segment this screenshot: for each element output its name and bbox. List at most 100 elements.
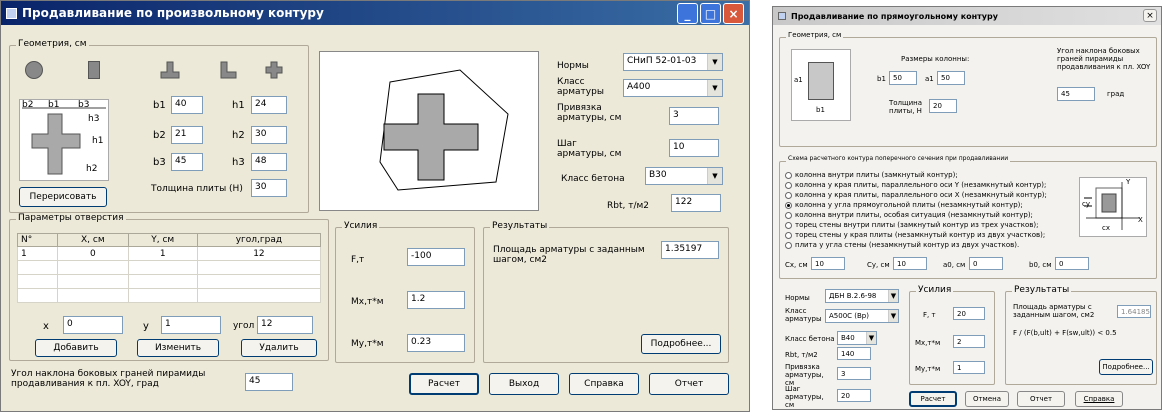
h1-label: h1 bbox=[232, 100, 245, 111]
cover-label: Привязка арматуры, см bbox=[785, 363, 824, 388]
title-bar[interactable]: Продавливание по прямоугольному контуру bbox=[773, 7, 1161, 25]
cross-column-icon[interactable] bbox=[263, 59, 285, 81]
mx-input[interactable]: 1.2 bbox=[407, 291, 465, 309]
cover-input[interactable]: 3 bbox=[669, 107, 719, 125]
table-row-empty[interactable] bbox=[17, 288, 322, 303]
step-input[interactable]: 20 bbox=[837, 389, 871, 402]
norms-select[interactable]: ДБН В.2.6-98 ▼ bbox=[825, 289, 899, 303]
rebar-select[interactable]: A500С (Вр) ▼ bbox=[825, 309, 899, 323]
exit-button[interactable]: Выход bbox=[489, 373, 559, 395]
mx-input[interactable]: 2 bbox=[953, 335, 985, 348]
slope-input[interactable]: 45 bbox=[245, 373, 293, 391]
norms-value: СНиП 52-01-03 bbox=[627, 56, 697, 66]
col-header-angle[interactable]: угол,град bbox=[196, 233, 322, 247]
f-input[interactable]: -100 bbox=[407, 248, 465, 266]
col-header-x[interactable]: X, см bbox=[57, 233, 129, 247]
radio-button[interactable] bbox=[785, 201, 792, 209]
a0-input[interactable]: 0 bbox=[969, 257, 1003, 270]
radio-button[interactable] bbox=[785, 191, 792, 199]
b1-input[interactable]: 50 bbox=[889, 71, 917, 85]
angle-input[interactable]: 12 bbox=[257, 316, 313, 334]
delete-opening-button[interactable]: Удалить bbox=[241, 339, 317, 357]
chevron-down-icon[interactable]: ▼ bbox=[707, 80, 722, 96]
scheme-option-radio[interactable]: колонна внутри плиты, особая ситуация (н… bbox=[785, 211, 1033, 219]
l-column-icon[interactable] bbox=[217, 59, 239, 81]
scheme-option-radio[interactable]: колонна у края плиты, параллельного оси … bbox=[785, 181, 1046, 189]
table-row-empty[interactable] bbox=[17, 260, 322, 275]
h3-input[interactable]: 48 bbox=[251, 153, 287, 171]
title-bar[interactable]: Продавливание по произвольному контуру bbox=[1, 1, 749, 25]
close-icon[interactable]: × bbox=[1143, 9, 1157, 22]
calc-button[interactable]: Расчет bbox=[909, 391, 957, 407]
slope-input[interactable]: 45 bbox=[1057, 87, 1095, 101]
scheme-option-radio[interactable]: колонна внутри плиты (замкнутый контур); bbox=[785, 171, 958, 179]
scheme-option-radio[interactable]: торец стены у края плиты (незамкнутый ко… bbox=[785, 231, 1045, 239]
rect-column-icon[interactable] bbox=[83, 59, 105, 81]
my-input[interactable]: 0.23 bbox=[407, 334, 465, 352]
circle-column-icon[interactable] bbox=[23, 59, 45, 81]
edit-opening-button[interactable]: Изменить bbox=[137, 339, 219, 357]
a1-input[interactable]: 50 bbox=[937, 71, 965, 85]
report-button[interactable]: Отчет bbox=[649, 373, 729, 395]
radio-button[interactable] bbox=[785, 211, 792, 219]
help-button[interactable]: Справка bbox=[1075, 391, 1123, 407]
h1-input[interactable]: 24 bbox=[251, 96, 287, 114]
report-button[interactable]: Отчет bbox=[1017, 391, 1065, 407]
help-button[interactable]: Справка bbox=[569, 373, 639, 395]
window-rectangular-contour: Продавливание по прямоугольному контуру … bbox=[772, 6, 1162, 410]
maximize-icon[interactable]: □ bbox=[700, 3, 721, 24]
norms-select[interactable]: СНиП 52-01-03 ▼ bbox=[623, 53, 723, 71]
cover-input[interactable]: 3 bbox=[837, 367, 871, 380]
cancel-button[interactable]: Отмена bbox=[965, 391, 1009, 407]
b3-input[interactable]: 45 bbox=[171, 153, 203, 171]
redraw-button[interactable]: Перерисовать bbox=[19, 187, 107, 207]
rebar-step-input[interactable]: 10 bbox=[669, 139, 719, 157]
scheme-option-radio[interactable]: колонна у угла прямоугольной плиты (неза… bbox=[785, 201, 1023, 209]
x-input[interactable]: 0 bbox=[63, 316, 123, 334]
minimize-icon[interactable]: _ bbox=[677, 3, 698, 24]
radio-button[interactable] bbox=[785, 171, 792, 179]
chevron-down-icon[interactable]: ▼ bbox=[707, 54, 722, 70]
details-button[interactable]: Подробнее... bbox=[1099, 359, 1153, 375]
chevron-down-icon[interactable]: ▼ bbox=[866, 332, 876, 344]
cell-angle: 12 bbox=[196, 246, 322, 261]
radio-button[interactable] bbox=[785, 231, 792, 239]
y-input[interactable]: 1 bbox=[161, 316, 221, 334]
concrete-class-select[interactable]: B30 ▼ bbox=[645, 167, 723, 185]
table-row[interactable]: 1 0 1 12 bbox=[17, 246, 322, 261]
h2-input[interactable]: 30 bbox=[251, 126, 287, 144]
rbt-input[interactable]: 122 bbox=[671, 194, 721, 212]
concrete-select[interactable]: B40 ▼ bbox=[837, 331, 877, 345]
close-icon[interactable]: × bbox=[723, 3, 744, 24]
rebar-class-select[interactable]: A400 ▼ bbox=[623, 79, 723, 97]
slab-thickness-input[interactable]: 30 bbox=[251, 179, 287, 197]
b1-input[interactable]: 40 bbox=[171, 96, 203, 114]
col-header-number[interactable]: N° bbox=[17, 233, 58, 247]
openings-table[interactable]: N° X, см Y, см угол,град 1 0 1 12 bbox=[17, 233, 322, 303]
b2-input[interactable]: 21 bbox=[171, 126, 203, 144]
scheme-option-radio[interactable]: плита у угла стены (незамкнутый контур и… bbox=[785, 241, 1019, 249]
table-row-empty[interactable] bbox=[17, 274, 322, 289]
add-opening-button[interactable]: Добавить bbox=[35, 339, 117, 357]
chevron-down-icon[interactable]: ▼ bbox=[888, 310, 898, 322]
radio-button[interactable] bbox=[785, 241, 792, 249]
cx-input[interactable]: 10 bbox=[811, 257, 845, 270]
radio-button[interactable] bbox=[785, 181, 792, 189]
my-input[interactable]: 1 bbox=[953, 361, 985, 374]
calc-button[interactable]: Расчет bbox=[409, 373, 479, 395]
slab-thickness-input[interactable]: 20 bbox=[929, 99, 957, 113]
col-header-y[interactable]: Y, см bbox=[127, 233, 198, 247]
chevron-down-icon[interactable]: ▼ bbox=[888, 290, 898, 302]
chevron-down-icon[interactable]: ▼ bbox=[707, 168, 722, 184]
cy-input[interactable]: 10 bbox=[893, 257, 927, 270]
scheme-option-radio[interactable]: колонна у края плиты, параллельного оси … bbox=[785, 191, 1047, 199]
t-column-icon[interactable] bbox=[159, 59, 181, 81]
radio-button[interactable] bbox=[785, 221, 792, 229]
rbt-input[interactable]: 140 bbox=[837, 347, 871, 360]
f-input[interactable]: 20 bbox=[953, 307, 985, 320]
scheme-option-radio[interactable]: торец стены внутри плиты (замкнутый конт… bbox=[785, 221, 1038, 229]
details-button[interactable]: Подробнее... bbox=[641, 334, 721, 354]
norms-value: ДБН В.2.6-98 bbox=[829, 292, 877, 300]
b0-input[interactable]: 0 bbox=[1055, 257, 1089, 270]
sketch-label-h1: h1 bbox=[92, 136, 104, 146]
